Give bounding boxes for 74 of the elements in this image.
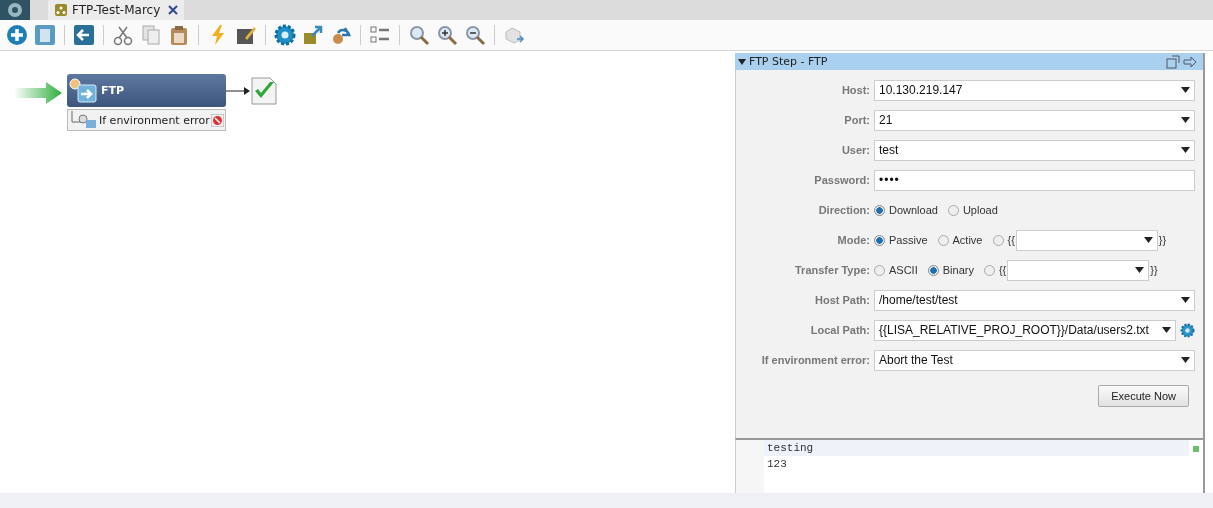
brace-text: {{ <box>1007 234 1015 246</box>
execute-now-button[interactable]: Execute Now <box>1098 385 1189 407</box>
add-icon[interactable] <box>6 24 28 46</box>
brace-text: }} <box>1150 264 1158 276</box>
dropdown-caret-icon[interactable] <box>1162 327 1171 333</box>
popout-icon[interactable] <box>1166 54 1180 69</box>
handler-label: If environment error <box>99 113 210 127</box>
brace-text: {{ <box>998 264 1007 276</box>
output-editor[interactable]: testing 123 <box>735 438 1203 493</box>
brace-text: }} <box>1158 234 1167 246</box>
dropdown-caret-icon[interactable] <box>1143 237 1153 243</box>
field-label: If environment error: <box>760 354 871 366</box>
dropdown-caret-icon[interactable] <box>1181 357 1190 363</box>
dropdown-caret-icon[interactable] <box>1181 117 1190 123</box>
radio-button[interactable]: Passive <box>874 234 928 246</box>
expression-field[interactable] <box>1007 259 1150 281</box>
password-field[interactable]: •••• <box>874 169 1195 191</box>
step-title: FTP <box>101 84 125 97</box>
combo-field[interactable]: 10.130.219.147 <box>874 79 1195 101</box>
export-icon[interactable] <box>302 24 324 46</box>
combo-field[interactable]: 21 <box>874 109 1195 131</box>
radio-button[interactable]: Download <box>874 204 938 216</box>
step-node[interactable]: FTP <box>67 74 226 107</box>
field-label: Host Path: <box>814 294 871 306</box>
document-tab[interactable]: FTP-Test-Marcy <box>48 0 185 20</box>
radio-button[interactable]: Active <box>937 234 983 246</box>
combo-field[interactable]: /home/test/test <box>874 289 1195 311</box>
radio-button[interactable] <box>992 234 1004 246</box>
radio-button[interactable] <box>983 264 995 276</box>
handler-icon <box>70 111 98 129</box>
combo-field[interactable]: Abort the Test <box>874 349 1195 371</box>
scissors-icon[interactable] <box>112 24 134 46</box>
expression-field[interactable] <box>1015 229 1158 251</box>
combo-field[interactable]: {{LISA_RELATIVE_PROJ_ROOT}}/Data/users2.txt <box>874 319 1176 341</box>
panel-title: FTP Step - FTP <box>749 55 828 68</box>
clipboard-icon[interactable] <box>168 24 190 46</box>
settings-icon[interactable] <box>274 24 296 46</box>
radio-button[interactable]: ASCII <box>874 264 918 276</box>
zoom-out-icon[interactable] <box>464 24 486 46</box>
editor-line: 123 <box>766 457 788 472</box>
step-icon <box>69 77 99 104</box>
app-logo-icon[interactable] <box>0 0 30 20</box>
field-label: Mode: <box>836 234 871 246</box>
radio-button[interactable]: Binary <box>927 264 974 276</box>
settings-icon[interactable] <box>1180 322 1195 338</box>
dropdown-caret-icon[interactable] <box>1181 87 1190 93</box>
field-label: Direction: <box>817 204 871 216</box>
close-icon[interactable] <box>168 5 179 15</box>
pencil-icon[interactable] <box>235 24 257 46</box>
field-label: Transfer Type: <box>794 264 871 276</box>
list-icon[interactable] <box>369 24 391 46</box>
field-label: Host: <box>840 84 871 96</box>
success-check-icon <box>250 76 278 106</box>
error-handler[interactable]: If environment error <box>67 109 226 131</box>
tab-label: FTP-Test-Marcy <box>72 3 161 17</box>
stop-icon <box>210 113 224 127</box>
search-icon[interactable] <box>408 24 430 46</box>
dropdown-caret-icon[interactable] <box>1135 267 1145 273</box>
field-label: User: <box>840 144 871 156</box>
field-label: Local Path: <box>809 324 871 336</box>
dropdown-caret-icon[interactable] <box>1181 147 1190 153</box>
panel-header[interactable]: FTP Step - FTP <box>735 53 1203 70</box>
dropdown-caret-icon[interactable] <box>1181 297 1190 303</box>
combo-field[interactable]: test <box>874 139 1195 161</box>
zoom-in-icon[interactable] <box>436 24 458 46</box>
right-arrow-icon[interactable] <box>1183 55 1197 68</box>
diagram-icon <box>54 3 68 17</box>
connector-arrow <box>226 87 250 95</box>
collapse-icon[interactable] <box>738 58 746 65</box>
status-marker <box>1193 446 1199 452</box>
radio-button[interactable]: Upload <box>947 204 998 216</box>
start-arrow-icon <box>14 82 62 104</box>
field-label: Password: <box>813 174 871 186</box>
field-label: Port: <box>843 114 871 126</box>
